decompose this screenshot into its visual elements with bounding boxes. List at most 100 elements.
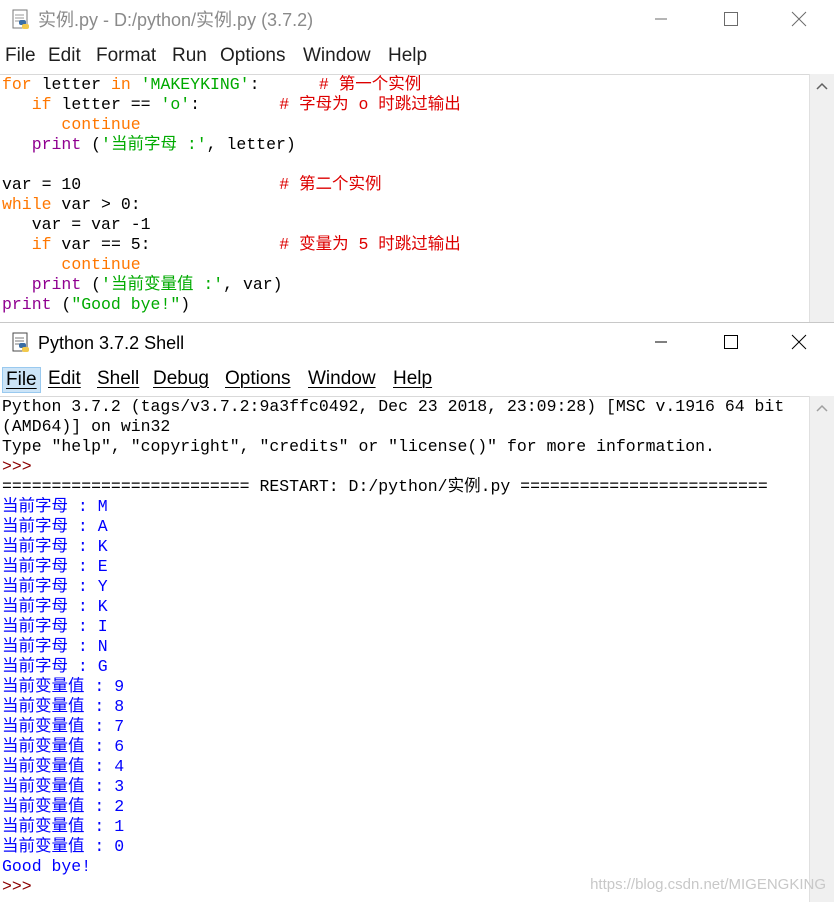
maximize-icon <box>724 12 738 26</box>
shell-output[interactable]: Python 3.7.2 (tags/v3.7.2:9a3ffc0492, De… <box>0 396 810 903</box>
shell-line: 当前变量值 : 0 <box>0 837 810 857</box>
shell-line: 当前字母 : A <box>0 517 810 537</box>
token-kw: if <box>31 235 52 254</box>
shell-menu-edit[interactable]: Edit <box>45 367 84 391</box>
editor-titlebar[interactable]: 实例.py - D:/python/实例.py (3.7.2) <box>0 0 834 38</box>
token-out: 当前字母 : K <box>2 597 108 616</box>
code-line: continue <box>0 255 810 275</box>
token-prompt: >>> <box>2 457 42 476</box>
shell-menu-debug[interactable]: Debug <box>150 367 212 391</box>
token-kw: continue <box>61 255 141 274</box>
token-str: "Good bye!" <box>71 295 181 314</box>
token-out: 当前变量值 : 8 <box>2 697 125 716</box>
token-pl: var = var -1 <box>2 215 151 234</box>
shell-line: 当前字母 : G <box>0 657 810 677</box>
shell-line: 当前变量值 : 3 <box>0 777 810 797</box>
shell-line: 当前字母 : K <box>0 537 810 557</box>
code-line: for letter in 'MAKEYKING': # 第一个实例 <box>0 75 810 95</box>
token-pl: letter == <box>51 95 161 114</box>
token-kw: for <box>2 75 32 94</box>
token-cmt: # 字母为 o 时跳过输出 <box>279 95 461 114</box>
shell-line: 当前字母 : N <box>0 637 810 657</box>
editor-title: 实例.py - D:/python/实例.py (3.7.2) <box>38 10 314 30</box>
shell-menu-window[interactable]: Window <box>305 367 379 391</box>
token-out: 当前字母 : M <box>2 497 108 516</box>
token-out: 当前字母 : G <box>2 657 108 676</box>
token-pl: ( <box>51 295 72 314</box>
token-pl: : <box>190 95 280 114</box>
editor-menubar: File Edit Format Run Options Window Help <box>0 38 834 72</box>
token-out: 当前字母 : A <box>2 517 108 536</box>
shell-menu-options[interactable]: Options <box>222 367 293 391</box>
shell-minimize-button[interactable] <box>638 323 684 361</box>
editor-scrollbar[interactable] <box>809 74 834 322</box>
token-pl: ========================= RESTART: D:/py… <box>2 477 768 496</box>
token-pl: ( <box>81 135 102 154</box>
python-file-icon <box>12 9 29 29</box>
editor-menu-window[interactable]: Window <box>300 44 374 68</box>
shell-line: Good bye! <box>0 857 810 877</box>
code-line: while var > 0: <box>0 195 810 215</box>
code-line: var = var -1 <box>0 215 810 235</box>
token-bi: print <box>31 135 82 154</box>
code-line: print ('当前变量值 :', var) <box>0 275 810 295</box>
token-prompt: >>> <box>2 877 42 896</box>
python-shell-icon <box>12 332 29 352</box>
code-line: continue <box>0 115 810 135</box>
shell-maximize-button[interactable] <box>708 323 754 361</box>
shell-line: 当前字母 : I <box>0 617 810 637</box>
token-out: 当前变量值 : 7 <box>2 717 125 736</box>
editor-menu-options[interactable]: Options <box>217 44 288 68</box>
token-out: 当前变量值 : 6 <box>2 737 125 756</box>
token-out: 当前变量值 : 4 <box>2 757 125 776</box>
editor-close-button[interactable] <box>776 0 822 38</box>
editor-minimize-button[interactable] <box>638 0 684 38</box>
shell-line: 当前变量值 : 7 <box>0 717 810 737</box>
token-out: 当前变量值 : 2 <box>2 797 125 816</box>
shell-close-button[interactable] <box>776 323 822 361</box>
token-out: 当前字母 : N <box>2 637 108 656</box>
token-out: 当前变量值 : 3 <box>2 777 125 796</box>
scroll-up-icon[interactable] <box>816 404 828 412</box>
shell-line: 当前字母 : E <box>0 557 810 577</box>
code-editor[interactable]: for letter in 'MAKEYKING': # 第一个实例 if le… <box>0 74 810 323</box>
editor-menu-edit[interactable]: Edit <box>45 44 84 68</box>
shell-line: 当前变量值 : 8 <box>0 697 810 717</box>
editor-menu-run[interactable]: Run <box>169 44 210 68</box>
code-line: if var == 5: # 变量为 5 时跳过输出 <box>0 235 810 255</box>
editor-menu-format[interactable]: Format <box>93 44 159 68</box>
token-cmt: # 变量为 5 时跳过输出 <box>279 235 461 254</box>
minimize-icon <box>655 341 667 343</box>
editor-maximize-button[interactable] <box>708 0 754 38</box>
shell-line: >>> <box>0 457 810 477</box>
shell-line: 当前字母 : K <box>0 597 810 617</box>
shell-menu-shell[interactable]: Shell <box>94 367 142 391</box>
code-line: print ('当前字母 :', letter) <box>0 135 810 155</box>
token-pl: : <box>249 75 319 94</box>
shell-menu-file[interactable]: File <box>2 367 41 393</box>
token-pl: Type "help", "copyright", "credits" or "… <box>2 437 715 456</box>
token-pl: letter <box>31 75 111 94</box>
editor-menu-file[interactable]: File <box>2 44 39 68</box>
shell-scrollbar[interactable] <box>809 396 834 902</box>
shell-titlebar[interactable]: Python 3.7.2 Shell <box>0 323 834 361</box>
editor-menu-help[interactable]: Help <box>385 44 430 68</box>
shell-line: 当前字母 : Y <box>0 577 810 597</box>
token-out: Good bye! <box>2 857 92 876</box>
token-out: 当前字母 : I <box>2 617 108 636</box>
token-pl: , var) <box>223 275 283 294</box>
token-pl: var = 10 <box>2 175 280 194</box>
token-kw: continue <box>61 115 141 134</box>
token-str: '当前变量值 :' <box>101 275 224 294</box>
scroll-up-icon[interactable] <box>816 82 828 90</box>
shell-menu-help[interactable]: Help <box>390 367 435 391</box>
token-out: 当前变量值 : 9 <box>2 677 125 696</box>
token-kw: in <box>110 75 131 94</box>
